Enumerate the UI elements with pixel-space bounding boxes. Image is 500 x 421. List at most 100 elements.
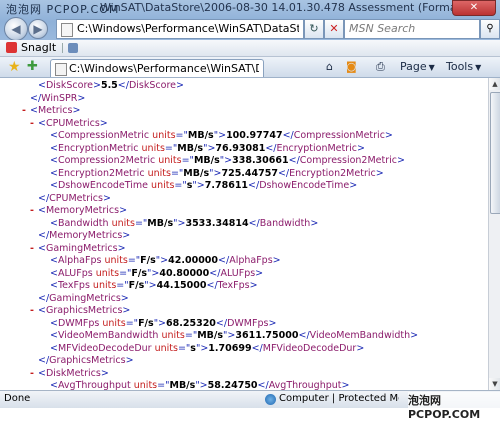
feeds-icon[interactable]: ◙ [346,60,357,74]
favorites-star-icon[interactable]: ★ [8,59,21,75]
xml-tag: Encryption2Metric [289,167,376,179]
address-url[interactable]: C:\Windows\Performance\WinSAT\DataStore\… [77,22,299,35]
collapse-toggle[interactable]: - [30,205,34,217]
xml-br: < [50,155,58,166]
snagit-button[interactable]: SnagIt [21,41,56,54]
xml-br: "> [223,330,236,341]
search-input[interactable]: MSN Search [344,19,480,39]
collapse-toggle[interactable]: - [30,118,34,130]
collapse-toggle[interactable]: - [30,243,34,255]
xml-br: =" [175,130,188,141]
xml-tag: MemoryMetrics [45,205,120,216]
address-bar[interactable]: C:\Windows\Performance\WinSAT\DataStore\… [56,19,304,39]
xml-tag: ALUFps [220,267,256,279]
vertical-scrollbar[interactable]: ▲ ▼ [488,78,500,390]
page-icon [61,23,73,37]
xml-tag: DiskScore [128,80,176,91]
add-favorite-icon[interactable]: ✚ [27,59,38,74]
xml-tag: EncryptionMetric [276,142,358,154]
collapse-toggle[interactable]: - [30,305,34,317]
xml-txt: 58.24750 [207,380,258,390]
xml-tag: DWMFps [227,317,269,329]
xml-line: <DiskScore>5.5</DiskScore> [38,80,184,92]
xml-br: > [255,267,264,279]
status-text: Done [4,393,31,404]
search-button[interactable]: ⚲ [480,19,500,39]
tab-winsat-xml[interactable]: C:\Windows\Performance\WinSAT\DataStore\… [50,59,264,77]
xml-br: =" [174,180,187,191]
xml-br: </ [282,130,294,141]
xml-tag: Bandwidth [57,217,109,229]
xml-attr: units [92,267,120,279]
xml-br: < [50,342,58,354]
page-menu-button[interactable]: Page ▼ [400,60,435,74]
xml-br: < [50,380,58,390]
xml-br: "> [153,317,167,329]
window-title: WinSAT\DataStore\2006-08-30 14.01.30.478… [100,1,470,14]
xml-br: > [356,342,365,354]
xml-br: "> [155,255,169,266]
xml-val: MB/s [187,130,214,141]
xml-txt: 40.80000 [159,267,210,279]
toolbar-divider [62,43,63,53]
tools-menu-button[interactable]: Tools ▼ [446,60,481,74]
collapse-toggle[interactable]: - [30,368,34,380]
xml-tag: VideoMemBandwidth [309,330,411,341]
xml-br: > [384,130,393,141]
xml-br: </ [206,280,218,291]
snagit-capture-icon[interactable] [68,43,78,53]
xml-val: F/s [128,280,145,291]
xml-tag: WinSPR [41,92,78,104]
xml-br: < [50,267,58,279]
xml-br: > [268,317,277,329]
xml-br: > [92,80,101,91]
xml-br: "> [173,217,186,229]
xml-attr: units [108,217,135,229]
xml-val: MB/s [183,167,210,179]
refresh-button[interactable]: ↻ [304,19,324,39]
forward-button[interactable]: ▶ [28,19,48,39]
xml-br: > [122,305,131,316]
xml-txt: 3533.34814 [185,217,249,229]
xml-br: =" [125,317,139,329]
scroll-down-icon[interactable]: ▼ [489,378,500,390]
xml-br: =" [119,267,132,279]
xml-br: > [100,367,109,379]
collapse-toggle[interactable]: - [22,105,26,117]
xml-line: <GraphicsMetrics> [38,305,130,317]
xml-br: =" [116,280,129,291]
xml-tag: GraphicsMetrics [49,355,126,366]
xml-br: =" [164,142,178,154]
stop-button[interactable]: ✕ [324,19,344,39]
xml-line: </WinSPR> [30,93,85,105]
xml-br: "> [213,130,227,141]
back-button[interactable]: ◀ [4,17,28,41]
xml-txt: 5.5 [100,80,118,91]
security-zone[interactable]: Computer | Protected Mode: Off [279,393,399,404]
xml-txt: 44.15000 [156,280,207,291]
xml-br: > [120,292,129,304]
xml-br: "> [209,167,222,179]
xml-br: =" [184,330,198,341]
xml-br: < [38,305,46,316]
xml-line: <VideoMemBandwidth units="MB/s">3611.750… [50,330,418,342]
xml-br: "> [192,180,205,191]
scroll-up-icon[interactable]: ▲ [489,78,500,90]
xml-br: < [50,330,58,341]
xml-line: <ALUFps units="F/s">40.80000</ALUFps> [50,268,263,280]
home-icon[interactable]: ⌂ [326,60,333,74]
scroll-thumb[interactable] [490,92,500,214]
xml-tag: AlphaFps [57,255,102,266]
xml-br: </ [215,317,228,329]
xml-br: "> [219,155,233,166]
xml-br: </ [251,342,263,354]
print-icon[interactable]: ⎙ [376,60,385,74]
xml-br: "> [203,142,216,154]
xml-val: MB/s [169,380,196,390]
xml-br: < [38,117,46,129]
xml-br: < [50,180,58,191]
xml-br: < [50,130,58,141]
close-window-button[interactable]: ✕ [452,0,496,16]
back-arrow-icon: ◀ [11,22,21,36]
refresh-icon: ↻ [309,22,319,35]
